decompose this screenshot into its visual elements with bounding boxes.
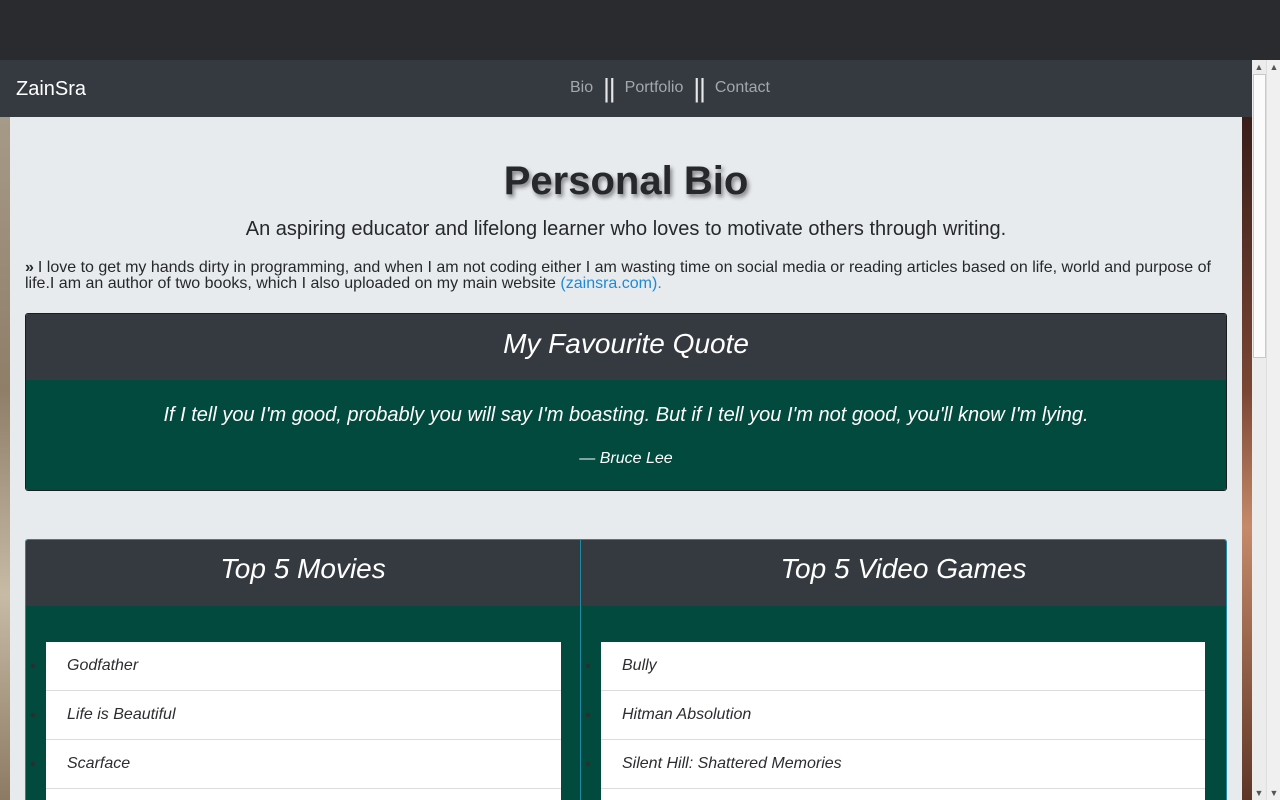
games-body: Bully Hitman Absolution Silent Hill: Sha… <box>581 606 1226 800</box>
games-column: Top 5 Video Games Bully Hitman Absolutio… <box>581 540 1226 800</box>
navbar: ZainSra Bio || Portfolio || Contact <box>0 60 1252 117</box>
browser-top-bar <box>0 0 1280 60</box>
scroll-up-icon[interactable]: ▲ <box>1252 60 1266 74</box>
games-list: Bully Hitman Absolution Silent Hill: Sha… <box>601 642 1205 800</box>
page-title: Personal Bio <box>503 159 749 203</box>
scroll-down-icon[interactable]: ▼ <box>1267 786 1280 800</box>
movies-column: Top 5 Movies Godfather Life is Beautiful… <box>26 540 581 800</box>
quote-card: My Favourite Quote If I tell you I'm goo… <box>25 313 1227 491</box>
quote-text: If I tell you I'm good, probably you wil… <box>163 404 1089 426</box>
nav-separator: || <box>603 73 615 103</box>
background-image-left <box>0 117 10 800</box>
main-content: Personal Bio An aspiring educator and li… <box>10 117 1242 800</box>
scrollbar-thumb[interactable] <box>1253 74 1266 358</box>
movies-heading: Top 5 Movies <box>26 540 580 606</box>
movies-body: Godfather Life is Beautiful Scarface <box>26 606 580 800</box>
nav-links: Bio || Portfolio || Contact <box>570 73 770 103</box>
scrollbar-track[interactable]: ▲ ▼ <box>1266 60 1280 800</box>
double-chevron-right-icon: » <box>25 259 34 276</box>
quote-heading: My Favourite Quote <box>26 314 1226 380</box>
list-item: Silent Hill: Shattered Memories <box>601 740 1205 789</box>
background-image-right <box>1242 117 1252 800</box>
favorites-card: Top 5 Movies Godfather Life is Beautiful… <box>25 539 1227 800</box>
list-item: Hitman Absolution <box>601 691 1205 740</box>
quote-body: If I tell you I'm good, probably you wil… <box>26 380 1226 490</box>
quote-author: — Bruce Lee <box>579 450 673 467</box>
movies-list: Godfather Life is Beautiful Scarface <box>46 642 561 800</box>
list-item: Bully <box>601 642 1205 691</box>
list-item <box>601 789 1205 800</box>
nav-link-bio[interactable]: Bio <box>570 79 593 97</box>
list-item: Scarface <box>46 740 561 789</box>
list-item: Life is Beautiful <box>46 691 561 740</box>
bio-paragraph: » I love to get my hands dirty in program… <box>25 260 1225 292</box>
list-item <box>46 789 561 800</box>
nav-link-contact[interactable]: Contact <box>715 79 770 97</box>
list-item: Godfather <box>46 642 561 691</box>
games-heading: Top 5 Video Games <box>581 540 1226 606</box>
nav-separator: || <box>693 73 705 103</box>
brand-logo[interactable]: ZainSra <box>16 78 86 101</box>
website-link[interactable]: (zainsra.com). <box>560 275 661 292</box>
scroll-up-icon[interactable]: ▲ <box>1267 60 1280 74</box>
tagline: An aspiring educator and lifelong learne… <box>245 218 1007 240</box>
nav-link-portfolio[interactable]: Portfolio <box>625 79 684 97</box>
scroll-down-icon[interactable]: ▼ <box>1252 786 1266 800</box>
